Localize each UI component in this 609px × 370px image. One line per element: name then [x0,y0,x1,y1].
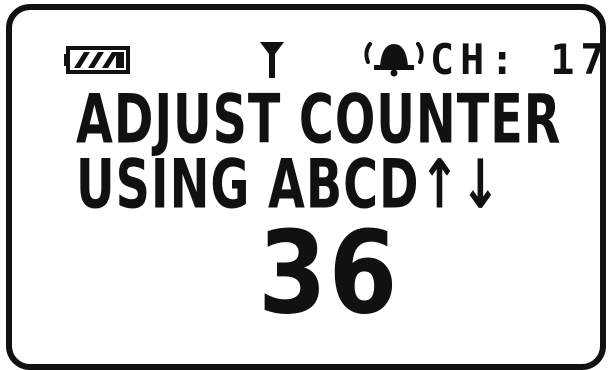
lcd-screen: CH: 17 ADJUST COUNTER USING ABCD↑↓ 36 [6,4,606,370]
battery-full-icon [64,46,130,74]
channel-indicator: CH: 17 [430,36,609,85]
status-bar: CH: 17 [12,10,605,84]
counter-value: 36 [258,206,400,341]
bell-ringing-icon [364,42,424,77]
antenna-icon [260,42,284,78]
